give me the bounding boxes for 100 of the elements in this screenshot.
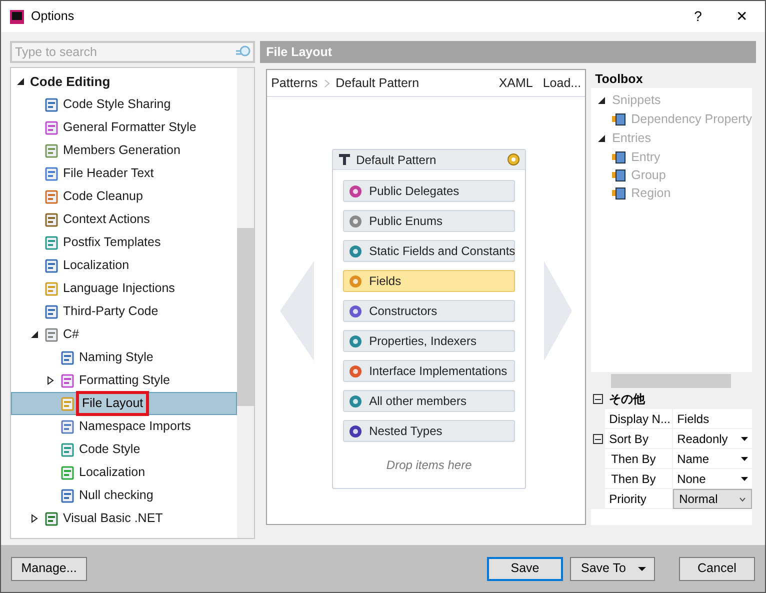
tree-item-label: General Formatter Style <box>63 119 196 136</box>
tree-item[interactable]: Code Style <box>11 438 238 461</box>
tree-item-label: Visual Basic .NET <box>63 510 163 528</box>
pattern-entry-label: Fields <box>369 273 402 290</box>
search-field[interactable]: Type to search <box>10 41 256 63</box>
pattern-entry[interactable]: Static Fields and Constants <box>343 240 516 262</box>
toolbar-link[interactable]: XAML <box>498 74 533 92</box>
page-title: File Layout <box>266 44 332 61</box>
tree-item[interactable]: Localization <box>11 254 238 277</box>
tree-item[interactable]: Code Style Sharing <box>11 93 238 116</box>
close-button[interactable]: ✕ <box>719 2 765 32</box>
pattern-entry[interactable]: Public Enums <box>343 210 516 232</box>
property-dropdown[interactable]: None <box>673 469 752 489</box>
tree-item[interactable]: Context Actions <box>11 208 238 231</box>
tree-item-icon <box>44 280 60 296</box>
tree-item[interactable]: File Layout <box>11 392 238 415</box>
tree-item-label: Namespace Imports <box>79 418 191 436</box>
pattern-entry[interactable]: Properties, Indexers <box>343 330 516 352</box>
tree-item-icon <box>44 326 60 342</box>
pattern-entry[interactable]: All other members <box>343 390 516 412</box>
settings-icon[interactable] <box>507 153 520 166</box>
toolbox-title: Toolbox <box>595 71 644 88</box>
member-icon <box>348 364 364 378</box>
tree-item-label: Third-Party Code <box>63 303 158 320</box>
tree-item-label: Code Cleanup <box>63 188 143 206</box>
collapse-arrow-icon[interactable] <box>30 330 39 339</box>
toolbox-item-icon <box>611 150 626 164</box>
help-button[interactable]: ? <box>683 2 713 32</box>
chevron-icon <box>324 78 330 88</box>
toolbox-item-icon <box>611 186 626 200</box>
tree-item[interactable]: Formatting Style <box>11 369 238 392</box>
pattern-title: Default Pattern <box>356 152 438 168</box>
tree-item[interactable]: General Formatter Style <box>11 116 238 139</box>
property-value[interactable]: Fields <box>673 409 752 429</box>
property-dropdown[interactable]: Readonly <box>673 429 752 449</box>
collapse-box-icon[interactable] <box>593 394 604 404</box>
member-icon <box>348 274 364 288</box>
tree-item[interactable]: Naming Style <box>11 346 238 369</box>
tree-item[interactable]: Localization <box>11 461 238 484</box>
tree-item[interactable]: Postfix Templates <box>11 231 238 254</box>
toolbar-link[interactable]: Load... <box>542 74 582 92</box>
pattern-entry[interactable]: Public Delegates <box>343 180 516 202</box>
pattern-entry[interactable]: Fields <box>343 270 516 292</box>
window-title: Options <box>31 8 74 26</box>
toolbox-item-icon <box>611 168 626 182</box>
app-icon <box>9 8 25 24</box>
manage-button[interactable]: Manage... <box>11 556 87 580</box>
property-dropdown[interactable]: Name <box>673 449 752 469</box>
cancel-button[interactable]: Cancel <box>679 556 755 580</box>
tree-item[interactable]: C# <box>11 323 238 346</box>
collapse-box-icon[interactable] <box>593 434 604 444</box>
tree-item[interactable]: Language Injections <box>11 277 238 300</box>
tree-item[interactable]: Code Editing <box>11 70 238 93</box>
tree-item-icon <box>44 166 60 182</box>
breadcrumb-link[interactable]: Default Pattern <box>336 74 420 92</box>
dropdown-arrow-icon <box>638 566 646 570</box>
tree-item-icon <box>60 442 76 458</box>
tree-item-label: Code Style Sharing <box>63 96 171 114</box>
pattern-entry-label: Properties, Indexers <box>369 333 476 350</box>
tree-item-label: Postfix Templates <box>63 234 161 252</box>
breadcrumb-link[interactable]: Patterns <box>271 74 318 92</box>
pattern-entry-label: Nested Types <box>369 423 442 440</box>
save-button[interactable]: Save <box>487 556 563 580</box>
save-to-button[interactable]: Save To <box>570 556 655 580</box>
pattern-entry-label: Public Enums <box>369 213 442 230</box>
collapse-arrow-icon[interactable] <box>16 77 25 86</box>
pattern-entry-label: Interface Implementations <box>369 363 508 380</box>
expand-arrow-icon[interactable] <box>46 376 55 385</box>
scrollbar[interactable] <box>237 68 254 538</box>
tree-item-icon <box>60 350 76 366</box>
tree-item-icon <box>44 120 60 136</box>
pattern-entry[interactable]: Interface Implementations <box>343 360 516 382</box>
tree-item-label: C# <box>63 326 79 344</box>
expand-arrow-icon[interactable] <box>30 514 39 523</box>
tree-item[interactable]: Null checking <box>11 484 238 507</box>
tree-item[interactable]: Namespace Imports <box>11 415 238 438</box>
tree-item-icon <box>44 212 60 228</box>
tree-item[interactable]: Third-Party Code <box>11 300 238 323</box>
tree-item-icon <box>44 142 60 158</box>
member-icon <box>348 184 364 198</box>
tree-item-label: File Layout <box>79 394 146 413</box>
tree-item-icon <box>44 188 60 204</box>
priority-dropdown[interactable]: Normal <box>673 489 752 509</box>
pattern-entry[interactable]: Constructors <box>343 300 516 322</box>
pattern-entry[interactable]: Nested Types <box>343 420 516 442</box>
property-name: Then By <box>605 469 674 489</box>
tree-item[interactable]: Code Cleanup <box>11 185 238 208</box>
member-icon <box>348 334 364 348</box>
dropdown-arrow-icon <box>741 456 748 460</box>
dropdown-arrow-icon <box>741 436 748 440</box>
tree-item[interactable]: Members Generation <box>11 139 238 162</box>
drop-hint: Drop items here <box>385 457 473 474</box>
tree-item-label: Context Actions <box>63 211 150 228</box>
tree-item-label: Naming Style <box>79 349 154 366</box>
tree-item-icon <box>44 304 60 320</box>
tree-item-label: File Header Text <box>63 165 154 182</box>
toolbox-item-icon <box>611 112 626 126</box>
tree-item-icon <box>60 396 76 412</box>
tree-item[interactable]: File Header Text <box>11 162 238 185</box>
tree-item[interactable]: Visual Basic .NET <box>11 507 238 530</box>
